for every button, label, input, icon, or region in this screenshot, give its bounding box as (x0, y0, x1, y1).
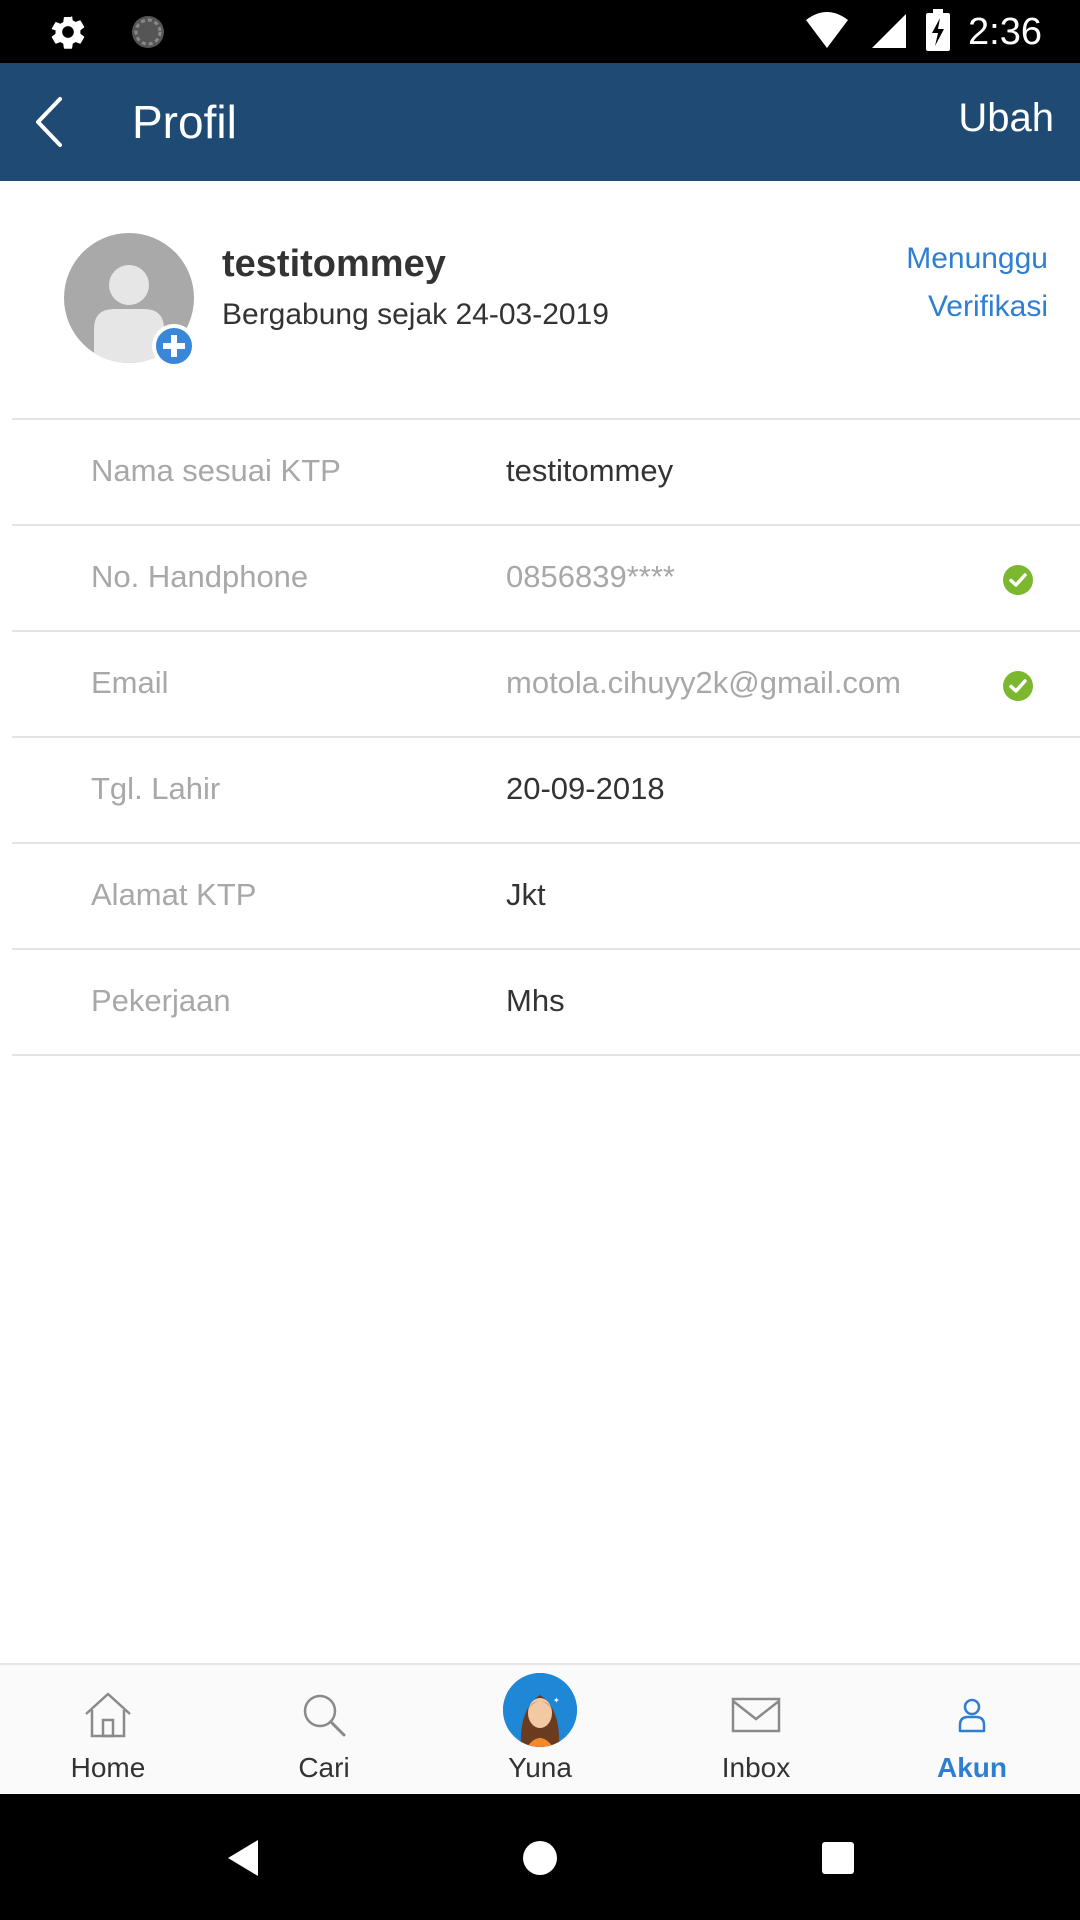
nav-item-inbox[interactable]: Inbox (648, 1665, 864, 1794)
info-row-name: Nama sesuai KTP testitommey (12, 420, 1080, 526)
system-nav-bar (0, 1794, 1080, 1920)
info-row-birthdate: Tgl. Lahir 20-09-2018 (12, 738, 1080, 844)
clock: 2:36 (968, 11, 1042, 53)
add-photo-button[interactable] (152, 324, 196, 368)
info-label: Alamat KTP (91, 877, 257, 912)
info-label: Email (91, 665, 169, 700)
plus-icon (163, 335, 185, 357)
verified-check-icon (1003, 671, 1033, 701)
nav-item-akun[interactable]: Akun (864, 1665, 1080, 1794)
profile-header: testitommey Bergabung sejak 24-03-2019 M… (0, 181, 1080, 418)
info-value: Jkt (506, 877, 546, 912)
sync-icon (128, 12, 168, 57)
info-row-address: Alamat KTP Jkt (12, 844, 1080, 950)
status-bar: 2:36 (0, 0, 1080, 63)
user-icon (942, 1687, 1002, 1743)
triangle-back-icon (228, 1840, 258, 1876)
info-label: Nama sesuai KTP (91, 453, 341, 488)
nav-label: Yuna (508, 1752, 572, 1783)
page-title: Profil (132, 96, 237, 148)
nav-item-yuna[interactable]: ✦ Yuna (432, 1665, 648, 1794)
profile-info-list: Nama sesuai KTP testitommey No. Handphon… (12, 418, 1080, 1056)
info-value: Mhs (506, 983, 565, 1018)
info-value: 0856839**** (506, 559, 675, 594)
info-value: testitommey (506, 453, 674, 488)
verified-check-icon (1003, 565, 1033, 595)
nav-label: Inbox (721, 1752, 791, 1783)
mail-icon (726, 1687, 786, 1743)
bottom-nav: Home Cari ✦ Yuna Inbox Akun (0, 1663, 1080, 1794)
system-home-button[interactable] (512, 1830, 568, 1886)
app-bar: Profil Ubah (0, 63, 1080, 181)
info-label: Pekerjaan (91, 983, 231, 1018)
info-label: Tgl. Lahir (91, 771, 221, 806)
nav-label: Home (70, 1752, 146, 1783)
nav-label: Cari (298, 1752, 350, 1783)
info-label: No. Handphone (91, 559, 309, 594)
verification-line-2: Verifikasi (927, 290, 1048, 323)
yuna-avatar-icon: ✦ (503, 1673, 577, 1747)
svg-text:✦: ✦ (553, 1696, 560, 1705)
info-row-email: Email motola.cihuyy2k@gmail.com (12, 632, 1080, 738)
battery-charging-icon (926, 8, 951, 56)
info-row-phone: No. Handphone 0856839**** (12, 526, 1080, 632)
nav-item-home[interactable]: Home (0, 1665, 216, 1794)
joined-date: Bergabung sejak 24-03-2019 (222, 298, 609, 331)
back-button[interactable] (18, 88, 78, 156)
search-icon (294, 1687, 354, 1743)
info-row-occupation: Pekerjaan Mhs (12, 950, 1080, 1056)
info-value: motola.cihuyy2k@gmail.com (506, 665, 901, 700)
nav-label: Akun (937, 1752, 1007, 1783)
gear-icon (48, 12, 88, 57)
verification-line-1: Menunggu (906, 242, 1048, 275)
edit-button[interactable]: Ubah (958, 91, 1054, 145)
info-value: 20-09-2018 (506, 771, 665, 806)
square-recents-icon (822, 1842, 854, 1874)
system-recents-button[interactable] (810, 1830, 866, 1886)
wifi-icon (804, 10, 850, 55)
verification-status[interactable]: Menunggu Verifikasi (848, 235, 1048, 331)
nav-item-cari[interactable]: Cari (216, 1665, 432, 1794)
circle-home-icon (523, 1841, 557, 1875)
system-back-button[interactable] (214, 1830, 270, 1886)
signal-icon (868, 10, 908, 55)
chevron-left-icon (36, 97, 62, 147)
username: testitommey (222, 243, 446, 285)
home-icon (78, 1687, 138, 1743)
